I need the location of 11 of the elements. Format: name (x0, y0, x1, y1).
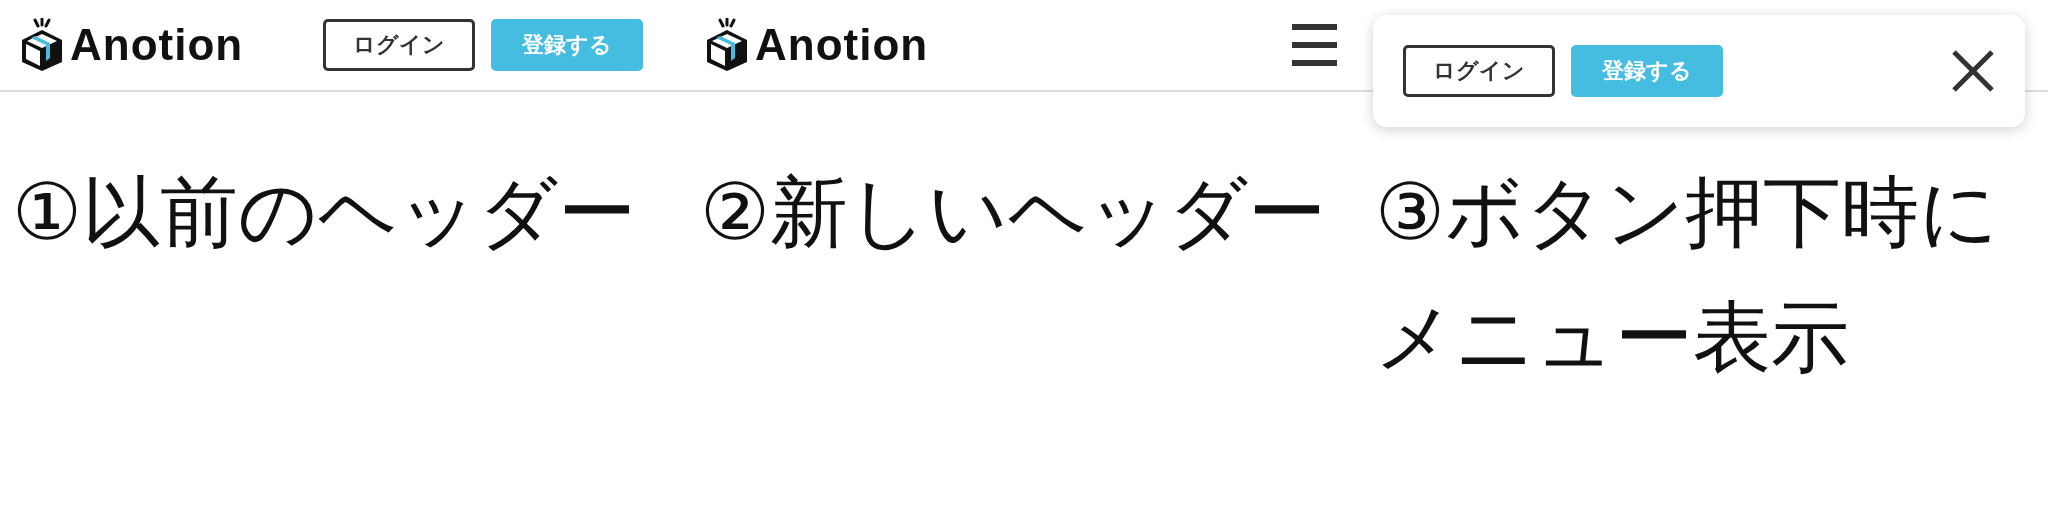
box-logo-icon (705, 18, 749, 72)
login-button[interactable]: ログイン (323, 19, 476, 71)
caption: ③ボタン押下時にメニュー表示 (1375, 166, 2000, 384)
close-icon[interactable] (1951, 49, 1995, 93)
login-button[interactable]: ログイン (1403, 45, 1555, 97)
menu-icon[interactable] (1292, 24, 1337, 66)
caption: ①以前のヘッダー (11, 166, 637, 259)
box-logo-icon (20, 18, 64, 72)
caption: ②新しいヘッダー (699, 166, 1327, 259)
logo-text: Anotion (755, 20, 929, 70)
logo-text: Anotion (70, 20, 244, 70)
